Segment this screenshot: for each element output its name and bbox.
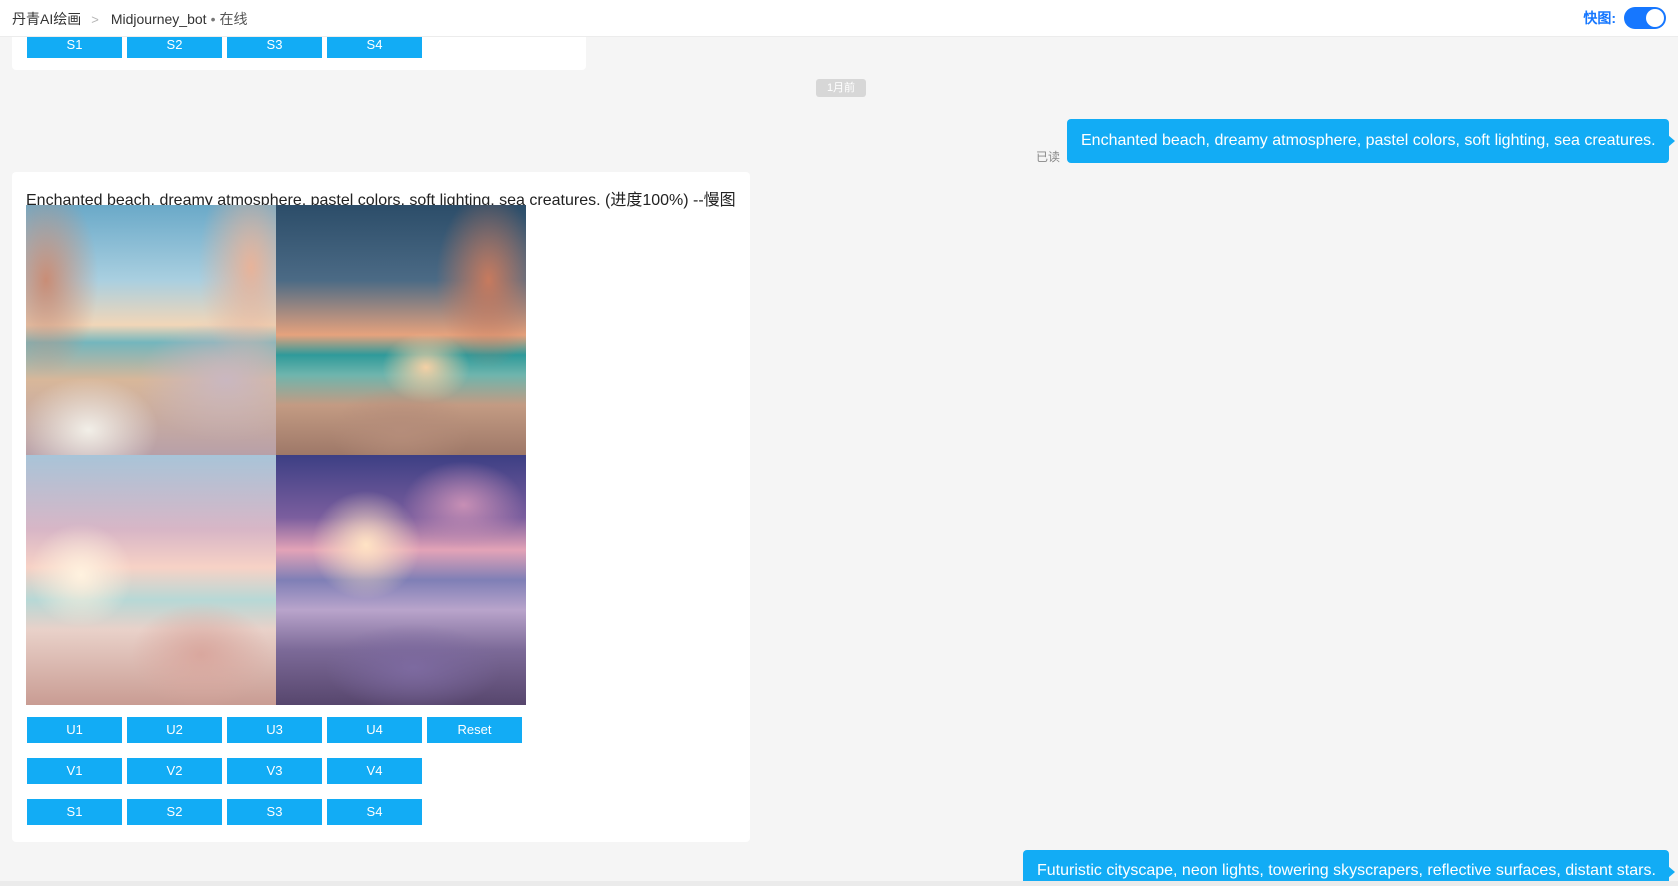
quick-mode-label: 快图:	[1583, 10, 1616, 26]
user-message-bubble: Enchanted beach, dreamy atmosphere, past…	[1067, 119, 1675, 163]
reset-button[interactable]: Reset	[427, 717, 522, 743]
time-badge: 1月前	[816, 79, 866, 97]
input-area-edge	[0, 881, 1678, 886]
s1-button[interactable]: S1	[27, 799, 122, 825]
generated-image-2[interactable]	[276, 205, 526, 455]
generated-image-4[interactable]	[276, 455, 526, 705]
status-dot: •	[210, 11, 216, 27]
breadcrumb-separator-icon: >	[91, 11, 99, 27]
u1-button[interactable]: U1	[27, 717, 122, 743]
breadcrumb: 丹青AI绘画 > Midjourney_bot • 在线	[12, 9, 247, 29]
quick-mode-toggle[interactable]	[1624, 7, 1666, 29]
read-receipt: 已读	[1036, 150, 1061, 164]
bot-name: Midjourney_bot	[110, 11, 207, 27]
generated-image-3[interactable]	[26, 455, 276, 705]
u3-button[interactable]: U3	[227, 717, 322, 743]
u2-button[interactable]: U2	[127, 717, 222, 743]
bot-message-card: Enchanted beach, dreamy atmosphere, past…	[12, 172, 750, 842]
breadcrumb-app[interactable]: 丹青AI绘画	[12, 9, 81, 29]
generated-image-1[interactable]	[26, 205, 276, 455]
u4-button[interactable]: U4	[327, 717, 422, 743]
quick-mode: 快图:	[1583, 7, 1666, 29]
v2-button[interactable]: V2	[127, 758, 222, 784]
v4-button[interactable]: V4	[327, 758, 422, 784]
generated-image-grid[interactable]	[26, 205, 526, 705]
s4-button[interactable]: S4	[327, 799, 422, 825]
user-message-text: Enchanted beach, dreamy atmosphere, past…	[1081, 132, 1656, 149]
bot-status: 在线	[219, 11, 248, 27]
top-bar: 丹青AI绘画 > Midjourney_bot • 在线 快图:	[0, 0, 1678, 37]
v3-button[interactable]: V3	[227, 758, 322, 784]
s2-button[interactable]: S2	[127, 799, 222, 825]
toggle-knob	[1646, 9, 1664, 27]
v1-button[interactable]: V1	[27, 758, 122, 784]
user-message-text: Futuristic cityscape, neon lights, tower…	[1037, 862, 1656, 879]
s3-button[interactable]: S3	[227, 799, 322, 825]
